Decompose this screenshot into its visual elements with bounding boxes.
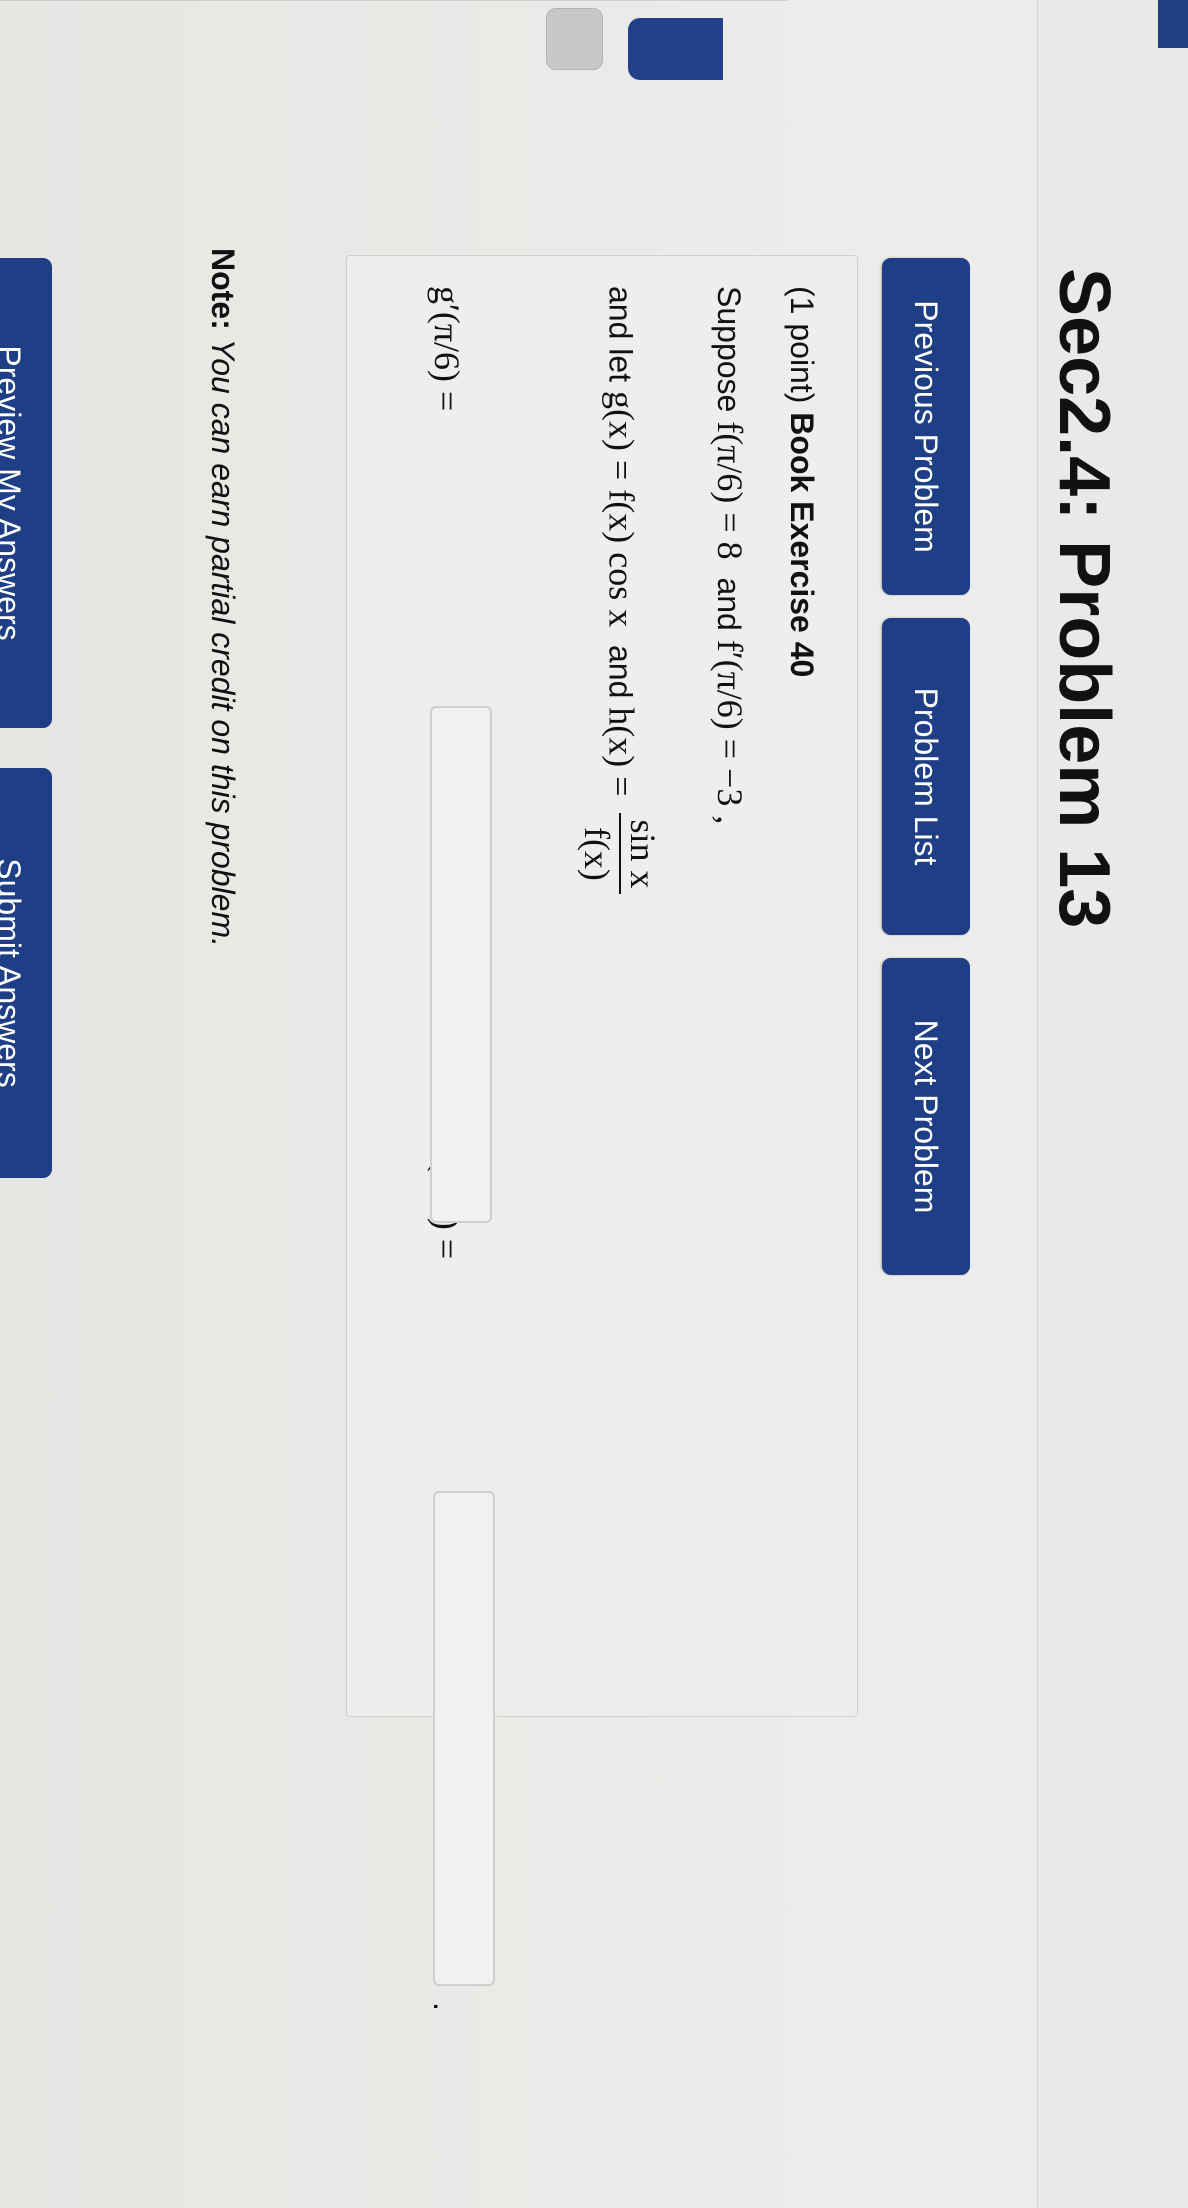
and-word-2: and: [602, 644, 639, 699]
h-fraction: sin x f(x): [577, 813, 663, 895]
problem-header: (1 point) Book Exercise 40: [784, 286, 820, 678]
given-f-prime-value: f′(π/6) = −3 ,: [710, 639, 750, 825]
previous-problem-button[interactable]: Previous Problem: [882, 258, 970, 595]
preview-answers-button[interactable]: Preview My Answers: [0, 258, 52, 728]
definition-line: and let g(x) = f(x) cos x and h(x) = sin…: [577, 286, 663, 895]
suppose-word: Suppose: [711, 286, 747, 413]
note-text: You can earn partial credit on this prob…: [205, 338, 241, 947]
g-definition: g(x) = f(x) cos x: [601, 390, 642, 628]
given-line: Suppose f(π/6) = 8 and f′(π/6) = −3 ,: [710, 286, 750, 825]
note-label: Note:: [205, 248, 241, 330]
exercise-title: Book Exercise 40: [784, 412, 820, 678]
g-prime-answer-input[interactable]: [430, 706, 492, 1223]
problem-box: (1 point) Book Exercise 40 Suppose f(π/6…: [346, 255, 858, 2011]
let-prefix: and let: [602, 286, 639, 383]
h-prime-answer-input[interactable]: [433, 1491, 495, 1986]
submit-answers-button[interactable]: Submit Answers: [0, 768, 52, 1178]
next-problem-button[interactable]: Next Problem: [882, 958, 970, 1275]
h-denominator: f(x): [577, 826, 617, 881]
points-label: (1 point): [784, 286, 820, 404]
toolbar-accent: [1158, 0, 1188, 48]
page-title: Sec2.4: Problem 13: [1044, 268, 1124, 929]
h-numerator: sin x: [619, 813, 663, 895]
h-definition-prefix: h(x) =: [601, 707, 642, 797]
screen: Sec2.4: Problem 13 Previous Problem Prob…: [0, 0, 1188, 2208]
given-f-value: f(π/6) = 8: [710, 421, 750, 560]
and-word: and: [711, 577, 747, 631]
g-prime-prompt: g′(π/6) =: [427, 286, 467, 412]
period: .: [427, 2002, 463, 2011]
toolbar-divider: [0, 0, 788, 146]
problem-list-button[interactable]: Problem List: [882, 618, 970, 935]
partial-credit-note: Note: You can earn partial credit on thi…: [204, 248, 241, 947]
